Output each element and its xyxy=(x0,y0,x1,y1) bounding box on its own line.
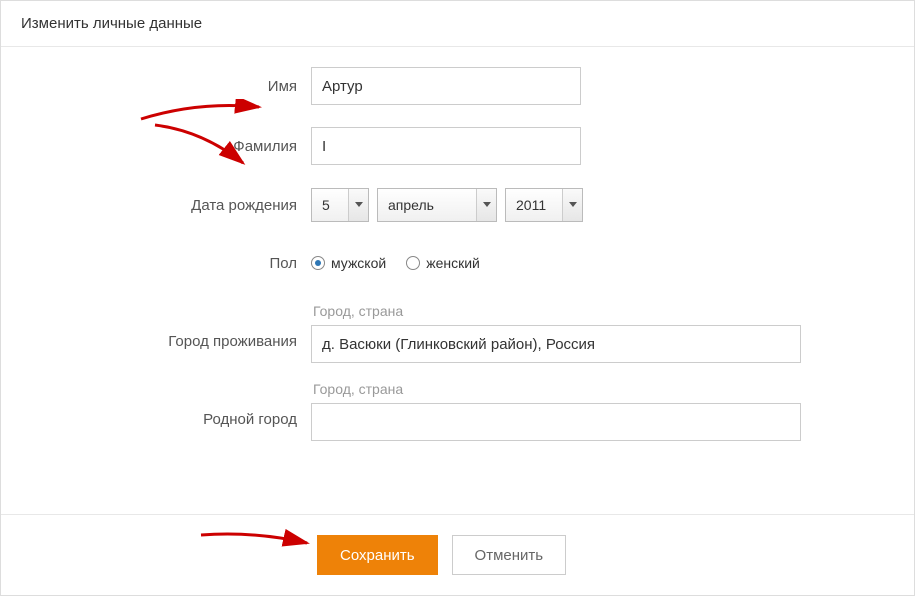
edit-personal-data-dialog: Изменить личные данные Имя Фамилия Дата … xyxy=(0,0,915,596)
birth-day-select[interactable]: 5 xyxy=(311,188,369,222)
chevron-down-icon xyxy=(348,189,368,221)
last-name-input[interactable] xyxy=(311,127,581,165)
save-button[interactable]: Сохранить xyxy=(317,535,438,575)
label-first-name: Имя xyxy=(1,78,311,95)
dialog-title: Изменить личные данные xyxy=(1,1,914,47)
row-birth-date: Дата рождения 5 апрель 2011 xyxy=(1,187,914,223)
dialog-footer: Сохранить Отменить xyxy=(1,514,914,595)
first-name-input[interactable] xyxy=(311,67,581,105)
hometown-input[interactable] xyxy=(311,403,801,441)
helper-city-residence: Город, страна xyxy=(311,303,914,319)
row-city-residence: Город проживания Город, страна xyxy=(1,303,914,363)
row-hometown: Родной город Город, страна xyxy=(1,381,914,441)
gender-female-label: женский xyxy=(426,255,480,271)
radio-icon xyxy=(406,256,420,270)
row-last-name: Фамилия xyxy=(1,127,914,165)
label-last-name: Фамилия xyxy=(1,138,311,155)
birth-year-value: 2011 xyxy=(506,197,554,213)
form-body: Имя Фамилия Дата рождения 5 апрель xyxy=(1,47,914,441)
birth-day-value: 5 xyxy=(312,197,338,213)
birth-year-select[interactable]: 2011 xyxy=(505,188,583,222)
birth-month-value: апрель xyxy=(378,197,442,213)
city-residence-input[interactable] xyxy=(311,325,801,363)
chevron-down-icon xyxy=(476,189,496,221)
gender-male-radio[interactable]: мужской xyxy=(311,255,386,271)
radio-icon xyxy=(311,256,325,270)
gender-female-radio[interactable]: женский xyxy=(406,255,480,271)
label-gender: Пол xyxy=(1,255,311,272)
row-gender: Пол мужской женский xyxy=(1,245,914,281)
row-first-name: Имя xyxy=(1,67,914,105)
chevron-down-icon xyxy=(562,189,582,221)
gender-male-label: мужской xyxy=(331,255,386,271)
cancel-button[interactable]: Отменить xyxy=(452,535,567,575)
helper-hometown: Город, страна xyxy=(311,381,914,397)
label-city-residence: Город проживания xyxy=(1,303,311,350)
birth-month-select[interactable]: апрель xyxy=(377,188,497,222)
label-birth-date: Дата рождения xyxy=(1,197,311,214)
label-hometown: Родной город xyxy=(1,381,311,428)
